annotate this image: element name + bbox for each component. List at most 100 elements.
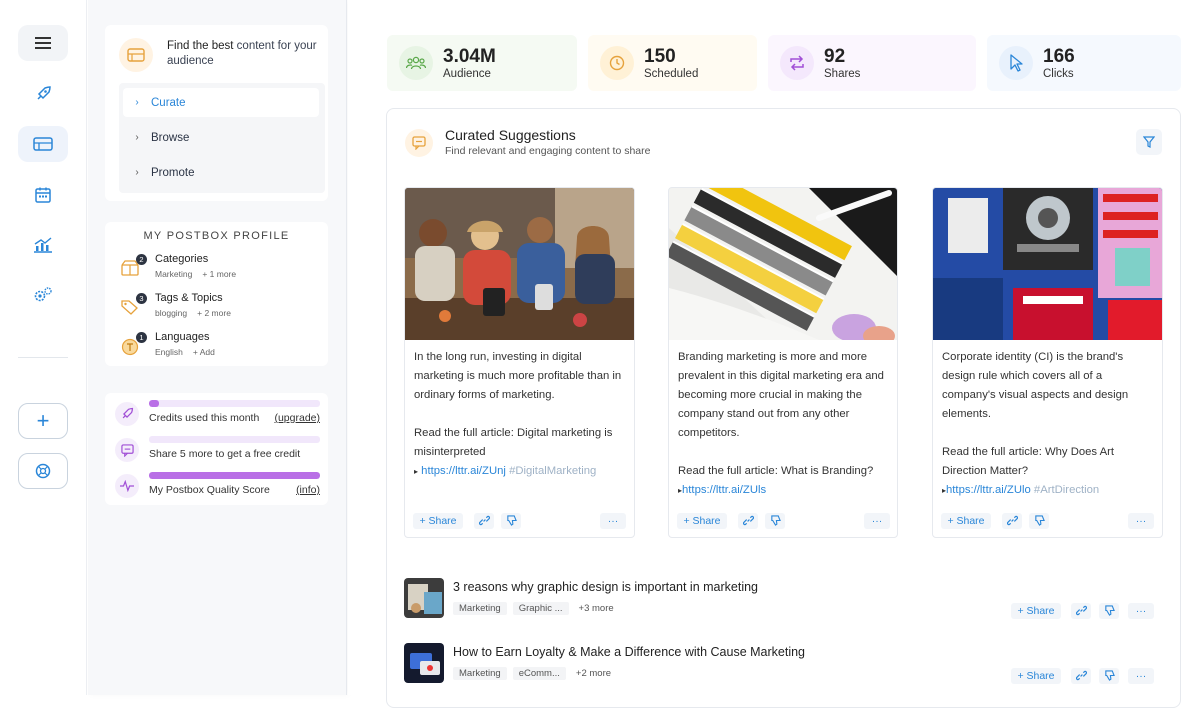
copy-link-button[interactable] <box>1071 668 1091 684</box>
quality-score-bar <box>149 472 320 479</box>
stat-value: 166 <box>1043 45 1075 67</box>
nav-item-promote[interactable]: › Promote <box>123 158 319 187</box>
nav-item-curate[interactable]: › Curate <box>123 88 319 117</box>
stat-value: 3.04M <box>443 45 496 67</box>
rocket-icon <box>115 402 139 426</box>
row-title[interactable]: How to Earn Loyalty & Make a Difference … <box>453 645 805 659</box>
icon-rail: + <box>0 0 87 695</box>
chevron-right-icon: › <box>135 132 139 143</box>
quality-score-row: My Postbox Quality Score (info) <box>115 472 325 500</box>
globe-button[interactable] <box>18 453 68 489</box>
more-options-button[interactable]: ··· <box>864 513 890 529</box>
profile-row-languages[interactable]: 1 Languages English + Add <box>121 331 321 362</box>
link-icon <box>742 515 754 526</box>
article-card[interactable]: Branding marketing is more and more prev… <box>668 187 898 538</box>
article-actions: + Share ··· <box>677 513 892 529</box>
nav-item-browse[interactable]: › Browse <box>123 123 319 152</box>
share-button[interactable]: + Share <box>941 513 991 529</box>
article-link-line: ▸https://lttr.ai/ZUls <box>678 484 767 496</box>
stat-value: 150 <box>644 45 676 67</box>
article-card[interactable]: In the long run, investing in digital ma… <box>404 187 635 538</box>
more-options-button[interactable]: ··· <box>1128 668 1154 684</box>
article-link-line: ▸ https://lttr.ai/ZUnj #DigitalMarketing <box>414 465 597 477</box>
tag-chip[interactable]: Graphic ... <box>512 602 569 615</box>
share-button[interactable]: + Share <box>413 513 463 529</box>
credits-progress-fill <box>149 400 160 407</box>
tag-chip[interactable]: Marketing <box>453 667 507 680</box>
copy-link-button[interactable] <box>738 513 758 529</box>
article-link[interactable]: https://lttr.ai/ZUlo <box>946 484 1031 496</box>
share-button[interactable]: + Share <box>1011 668 1061 684</box>
list-item[interactable]: 3 reasons why graphic design is importan… <box>404 578 1164 619</box>
dislike-button[interactable] <box>501 513 521 529</box>
more-tags[interactable]: +3 more <box>575 602 618 615</box>
dislike-button[interactable] <box>765 513 785 529</box>
credits-progress-bar <box>149 400 320 407</box>
suggestion-chat-icon <box>405 129 433 157</box>
more-options-button[interactable]: ··· <box>600 513 626 529</box>
article-card[interactable]: Corporate identity (CI) is the brand's d… <box>932 187 1163 538</box>
rocket-icon[interactable] <box>18 76 68 112</box>
find-content-text: Find the best content for your audience <box>167 40 317 67</box>
analytics-chart-icon[interactable] <box>18 227 68 263</box>
profile-row-values: blogging + 2 more <box>155 308 231 318</box>
filter-icon <box>1143 136 1155 148</box>
stat-audience: 3.04M Audience <box>387 35 577 91</box>
stat-value: 92 <box>824 45 846 67</box>
count-badge: 2 <box>136 254 147 265</box>
panel-title: Curated Suggestions <box>445 127 576 143</box>
hamburger-menu-icon[interactable] <box>18 25 68 61</box>
share-button[interactable]: + Share <box>677 513 727 529</box>
article-hashtag[interactable]: #ArtDirection <box>1034 484 1099 496</box>
article-excerpt: In the long run, investing in digital ma… <box>414 351 622 401</box>
copy-link-button[interactable] <box>1071 603 1091 619</box>
settings-gear-icon[interactable] <box>18 277 68 313</box>
article-link[interactable]: https://lttr.ai/ZUnj <box>421 465 506 477</box>
list-item[interactable]: How to Earn Loyalty & Make a Difference … <box>404 643 1164 684</box>
pulse-icon <box>115 474 139 498</box>
curate-nav-list: › Curate › Browse › Promote <box>119 83 325 193</box>
dislike-button[interactable] <box>1029 513 1049 529</box>
link-icon <box>1075 605 1087 616</box>
credits-label: Credits used this month <box>149 412 260 424</box>
info-link[interactable]: (info) <box>296 484 320 496</box>
profile-row-categories[interactable]: 2 Categories Marketing + 1 more <box>121 253 321 284</box>
thumbs-down-icon <box>1104 670 1115 681</box>
copy-link-button[interactable] <box>474 513 494 529</box>
article-link[interactable]: https://lttr.ai/ZUls <box>682 484 766 496</box>
calendar-icon[interactable] <box>18 177 68 213</box>
article-body: Corporate identity (CI) is the brand's d… <box>942 348 1154 500</box>
stat-label: Shares <box>824 67 861 80</box>
free-credit-row: Share 5 more to get a free credit <box>115 436 325 464</box>
nav-item-label: Curate <box>151 96 186 109</box>
content-card-icon[interactable] <box>18 126 68 162</box>
filter-button[interactable] <box>1136 129 1162 155</box>
tag-chip[interactable]: eComm... <box>512 667 566 680</box>
more-tags[interactable]: +2 more <box>572 667 615 680</box>
upgrade-link[interactable]: (upgrade) <box>274 412 320 424</box>
chat-icon <box>115 438 139 462</box>
stat-clicks: 166 Clicks <box>987 35 1181 91</box>
add-button[interactable]: + <box>18 403 68 439</box>
share-button[interactable]: + Share <box>1011 603 1061 619</box>
profile-row-values: Marketing + 1 more <box>155 269 237 279</box>
profile-row-tags[interactable]: 3 Tags & Topics blogging + 2 more <box>121 292 321 323</box>
article-read-more: Read the full article: What is Branding? <box>678 465 874 477</box>
chevron-right-icon: › <box>135 167 139 178</box>
more-options-button[interactable]: ··· <box>1128 513 1154 529</box>
nav-item-label: Promote <box>151 166 195 179</box>
row-title[interactable]: 3 reasons why graphic design is importan… <box>453 580 758 594</box>
link-icon <box>478 515 490 526</box>
tag-chip[interactable]: Marketing <box>453 602 507 615</box>
dislike-button[interactable] <box>1099 603 1119 619</box>
nav-item-label: Browse <box>151 131 190 144</box>
copy-link-button[interactable] <box>1002 513 1022 529</box>
article-hashtag[interactable]: #DigitalMarketing <box>509 465 596 477</box>
curate-menu-card: Find the best content for your audience … <box>105 25 328 201</box>
dislike-button[interactable] <box>1099 668 1119 684</box>
profile-row-name: Languages <box>155 331 210 343</box>
chevron-right-icon: › <box>135 97 139 108</box>
thumbs-down-icon <box>1034 515 1045 526</box>
more-options-button[interactable]: ··· <box>1128 603 1154 619</box>
article-excerpt: Branding marketing is more and more prev… <box>678 351 884 439</box>
